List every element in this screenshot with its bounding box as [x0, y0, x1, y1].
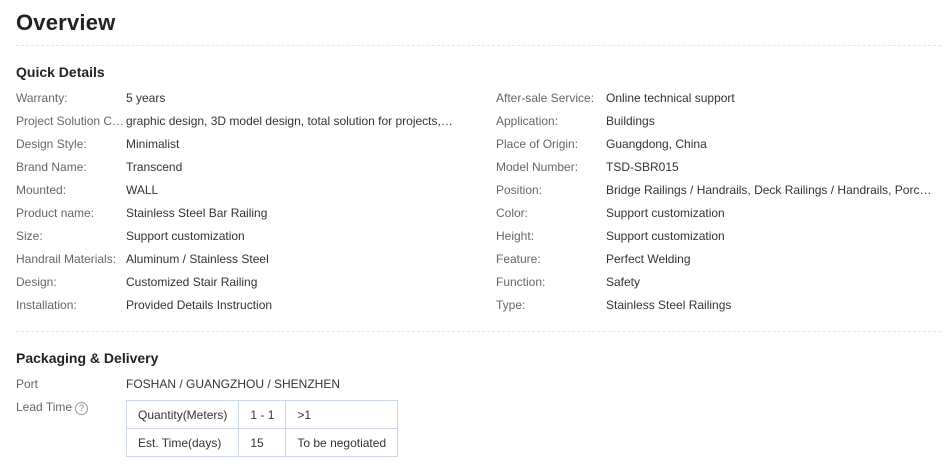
quick-details-title: Quick Details	[16, 64, 105, 80]
detail-row-feature: Feature: Perfect Welding	[496, 247, 936, 270]
detail-value: Support customization	[606, 228, 725, 243]
detail-value: Stainless Steel Railings	[606, 297, 732, 312]
detail-value: Online technical support	[606, 90, 735, 105]
detail-row-place-of-origin: Place of Origin: Guangdong, China	[496, 132, 936, 155]
detail-label: Installation:	[16, 297, 77, 312]
detail-row-design: Design: Customized Stair Railing	[16, 270, 456, 293]
lead-time-row: Lead Time?	[16, 400, 126, 415]
detail-value: Bridge Railings / Handrails, Deck Railin…	[606, 182, 936, 197]
table-cell: Quantity(Meters)	[125, 400, 240, 429]
divider	[16, 331, 941, 332]
detail-value: Safety	[606, 274, 641, 289]
detail-label: Design:	[16, 274, 57, 289]
packaging-delivery-title: Packaging & Delivery	[16, 350, 159, 366]
detail-row-color: Color: Support customization	[496, 201, 936, 224]
detail-value: Support customization	[126, 228, 245, 243]
detail-row-height: Height: Support customization	[496, 224, 936, 247]
table-row: Est. Time(days) 15 To be negotiated	[125, 428, 399, 457]
detail-row-after-sale-service: After-sale Service: Online technical supp…	[496, 86, 936, 109]
detail-value: TSD-SBR015	[606, 159, 679, 174]
lead-time-label: Lead Time	[16, 400, 73, 415]
detail-label: Warranty:	[16, 90, 68, 105]
page-title: Overview	[16, 10, 116, 35]
detail-label: Application:	[496, 113, 559, 128]
detail-value: Guangdong, China	[606, 136, 707, 151]
detail-label: Handrail Materials:	[16, 251, 117, 266]
detail-row-product-name: Product name: Stainless Steel Bar Railing	[16, 201, 456, 224]
detail-value: Transcend	[126, 159, 183, 174]
detail-label: Height:	[496, 228, 535, 243]
detail-value: Provided Details Instruction	[126, 297, 273, 312]
detail-row-warranty: Warranty: 5 years	[16, 86, 456, 109]
detail-label: Model Number:	[496, 159, 579, 174]
quick-details-left: Warranty: 5 years Project Solution Ca... g…	[16, 86, 456, 316]
lead-time-table: Quantity(Meters) 1 - 1 >1 Est. Time(days…	[125, 400, 399, 457]
lead-time-label-wrap: Lead Time?	[16, 400, 126, 415]
detail-label: Design Style:	[16, 136, 87, 151]
detail-label: Size:	[16, 228, 43, 243]
detail-value: WALL	[126, 182, 159, 197]
detail-value: Customized Stair Railing	[126, 274, 258, 289]
detail-label: Feature:	[496, 251, 541, 266]
detail-row-application: Application: Buildings	[496, 109, 936, 132]
table-cell: >1	[285, 400, 399, 429]
detail-value: Support customization	[606, 205, 725, 220]
port-value: FOSHAN / GUANGZHOU / SHENZHEN	[126, 376, 341, 391]
detail-value: Aluminum / Stainless Steel	[126, 251, 269, 266]
table-row: Quantity(Meters) 1 - 1 >1	[125, 400, 399, 429]
detail-label: Brand Name:	[16, 159, 87, 174]
detail-row-position: Position: Bridge Railings / Handrails, De…	[496, 178, 936, 201]
detail-value: Minimalist	[126, 136, 180, 151]
table-cell: To be negotiated	[285, 428, 399, 457]
divider	[16, 45, 941, 46]
detail-row-design-style: Design Style: Minimalist	[16, 132, 456, 155]
detail-label: Function:	[496, 274, 546, 289]
detail-label: Type:	[496, 297, 526, 312]
detail-label: Color:	[496, 205, 529, 220]
table-cell: Est. Time(days)	[125, 428, 240, 457]
detail-value: Perfect Welding	[606, 251, 691, 266]
detail-row-brand-name: Brand Name: Transcend	[16, 155, 456, 178]
quick-details-right: After-sale Service: Online technical supp…	[496, 86, 936, 316]
detail-row-mounted: Mounted: WALL	[16, 178, 456, 201]
detail-row-model-number: Model Number: TSD-SBR015	[496, 155, 936, 178]
detail-row-type: Type: Stainless Steel Railings	[496, 293, 936, 316]
port-row: Port FOSHAN / GUANGZHOU / SHENZHEN	[16, 376, 340, 391]
detail-value: Buildings	[606, 113, 655, 128]
detail-label: Place of Origin:	[496, 136, 579, 151]
detail-value: Stainless Steel Bar Railing	[126, 205, 268, 220]
detail-row-handrail-materials: Handrail Materials: Aluminum / Stainless …	[16, 247, 456, 270]
table-cell: 1 - 1	[238, 400, 287, 429]
detail-label: Position:	[496, 182, 543, 197]
detail-label: Mounted:	[16, 182, 67, 197]
port-label: Port	[16, 376, 39, 391]
detail-row-function: Function: Safety	[496, 270, 936, 293]
detail-row-project-solution: Project Solution Ca... graphic design, 3D…	[16, 109, 456, 132]
detail-row-installation: Installation: Provided Details Instructio…	[16, 293, 456, 316]
detail-value: 5 years	[126, 90, 166, 105]
question-circle-icon[interactable]: ?	[75, 401, 89, 415]
table-cell: 15	[238, 428, 287, 457]
detail-row-size: Size: Support customization	[16, 224, 456, 247]
detail-value: graphic design, 3D model design, total s…	[126, 113, 456, 128]
detail-label: Product name:	[16, 205, 95, 220]
detail-label: After-sale Service:	[496, 90, 595, 105]
detail-label: Project Solution Ca...	[16, 113, 126, 128]
